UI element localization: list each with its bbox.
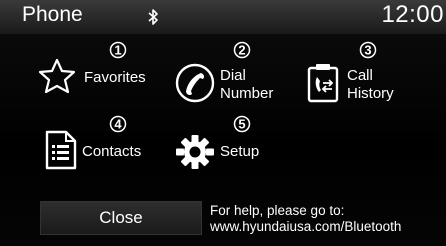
gear-icon bbox=[176, 135, 214, 169]
contacts-document-icon bbox=[45, 130, 77, 170]
contacts-button[interactable]: Contacts bbox=[44, 130, 164, 170]
number-badge-1: 1 bbox=[109, 41, 127, 59]
svg-text:5: 5 bbox=[238, 117, 245, 132]
favorites-label: Favorites bbox=[84, 69, 146, 86]
call-history-icon bbox=[307, 64, 339, 103]
clock: 12:00 bbox=[381, 1, 444, 28]
setup-label: Setup bbox=[220, 143, 260, 160]
help-url: www.hyundaiusa.com/Bluetooth bbox=[210, 219, 402, 234]
call-history-button[interactable]: Call History bbox=[305, 63, 415, 107]
bluetooth-icon bbox=[148, 9, 158, 25]
svg-text:1: 1 bbox=[114, 43, 121, 58]
contacts-label: Contacts bbox=[82, 143, 142, 160]
dial-number-button[interactable]: Dial Number bbox=[175, 63, 295, 107]
number-badge-5: 5 bbox=[233, 115, 251, 133]
phone-screen: Phone 12:00 1 Favorites 2 Dial Number 3 bbox=[0, 0, 446, 246]
help-text-line1: For help, please go to: bbox=[210, 203, 345, 218]
setup-button[interactable]: Setup bbox=[174, 134, 274, 170]
star-icon bbox=[38, 58, 76, 94]
svg-text:2: 2 bbox=[238, 43, 245, 58]
favorites-button[interactable]: Favorites bbox=[37, 58, 167, 94]
dial-handset-icon bbox=[175, 63, 215, 103]
dial-label-line2: Number bbox=[220, 85, 274, 102]
status-bar: Phone 12:00 bbox=[0, 0, 446, 34]
call-history-label-line1: Call bbox=[347, 67, 373, 84]
svg-text:3: 3 bbox=[364, 43, 371, 58]
close-button[interactable]: Close bbox=[40, 201, 202, 235]
call-history-label-line2: History bbox=[347, 85, 394, 102]
number-badge-3: 3 bbox=[359, 41, 377, 59]
screen-title: Phone bbox=[22, 3, 83, 26]
number-badge-2: 2 bbox=[233, 41, 251, 59]
dial-label-line1: Dial bbox=[220, 67, 246, 84]
